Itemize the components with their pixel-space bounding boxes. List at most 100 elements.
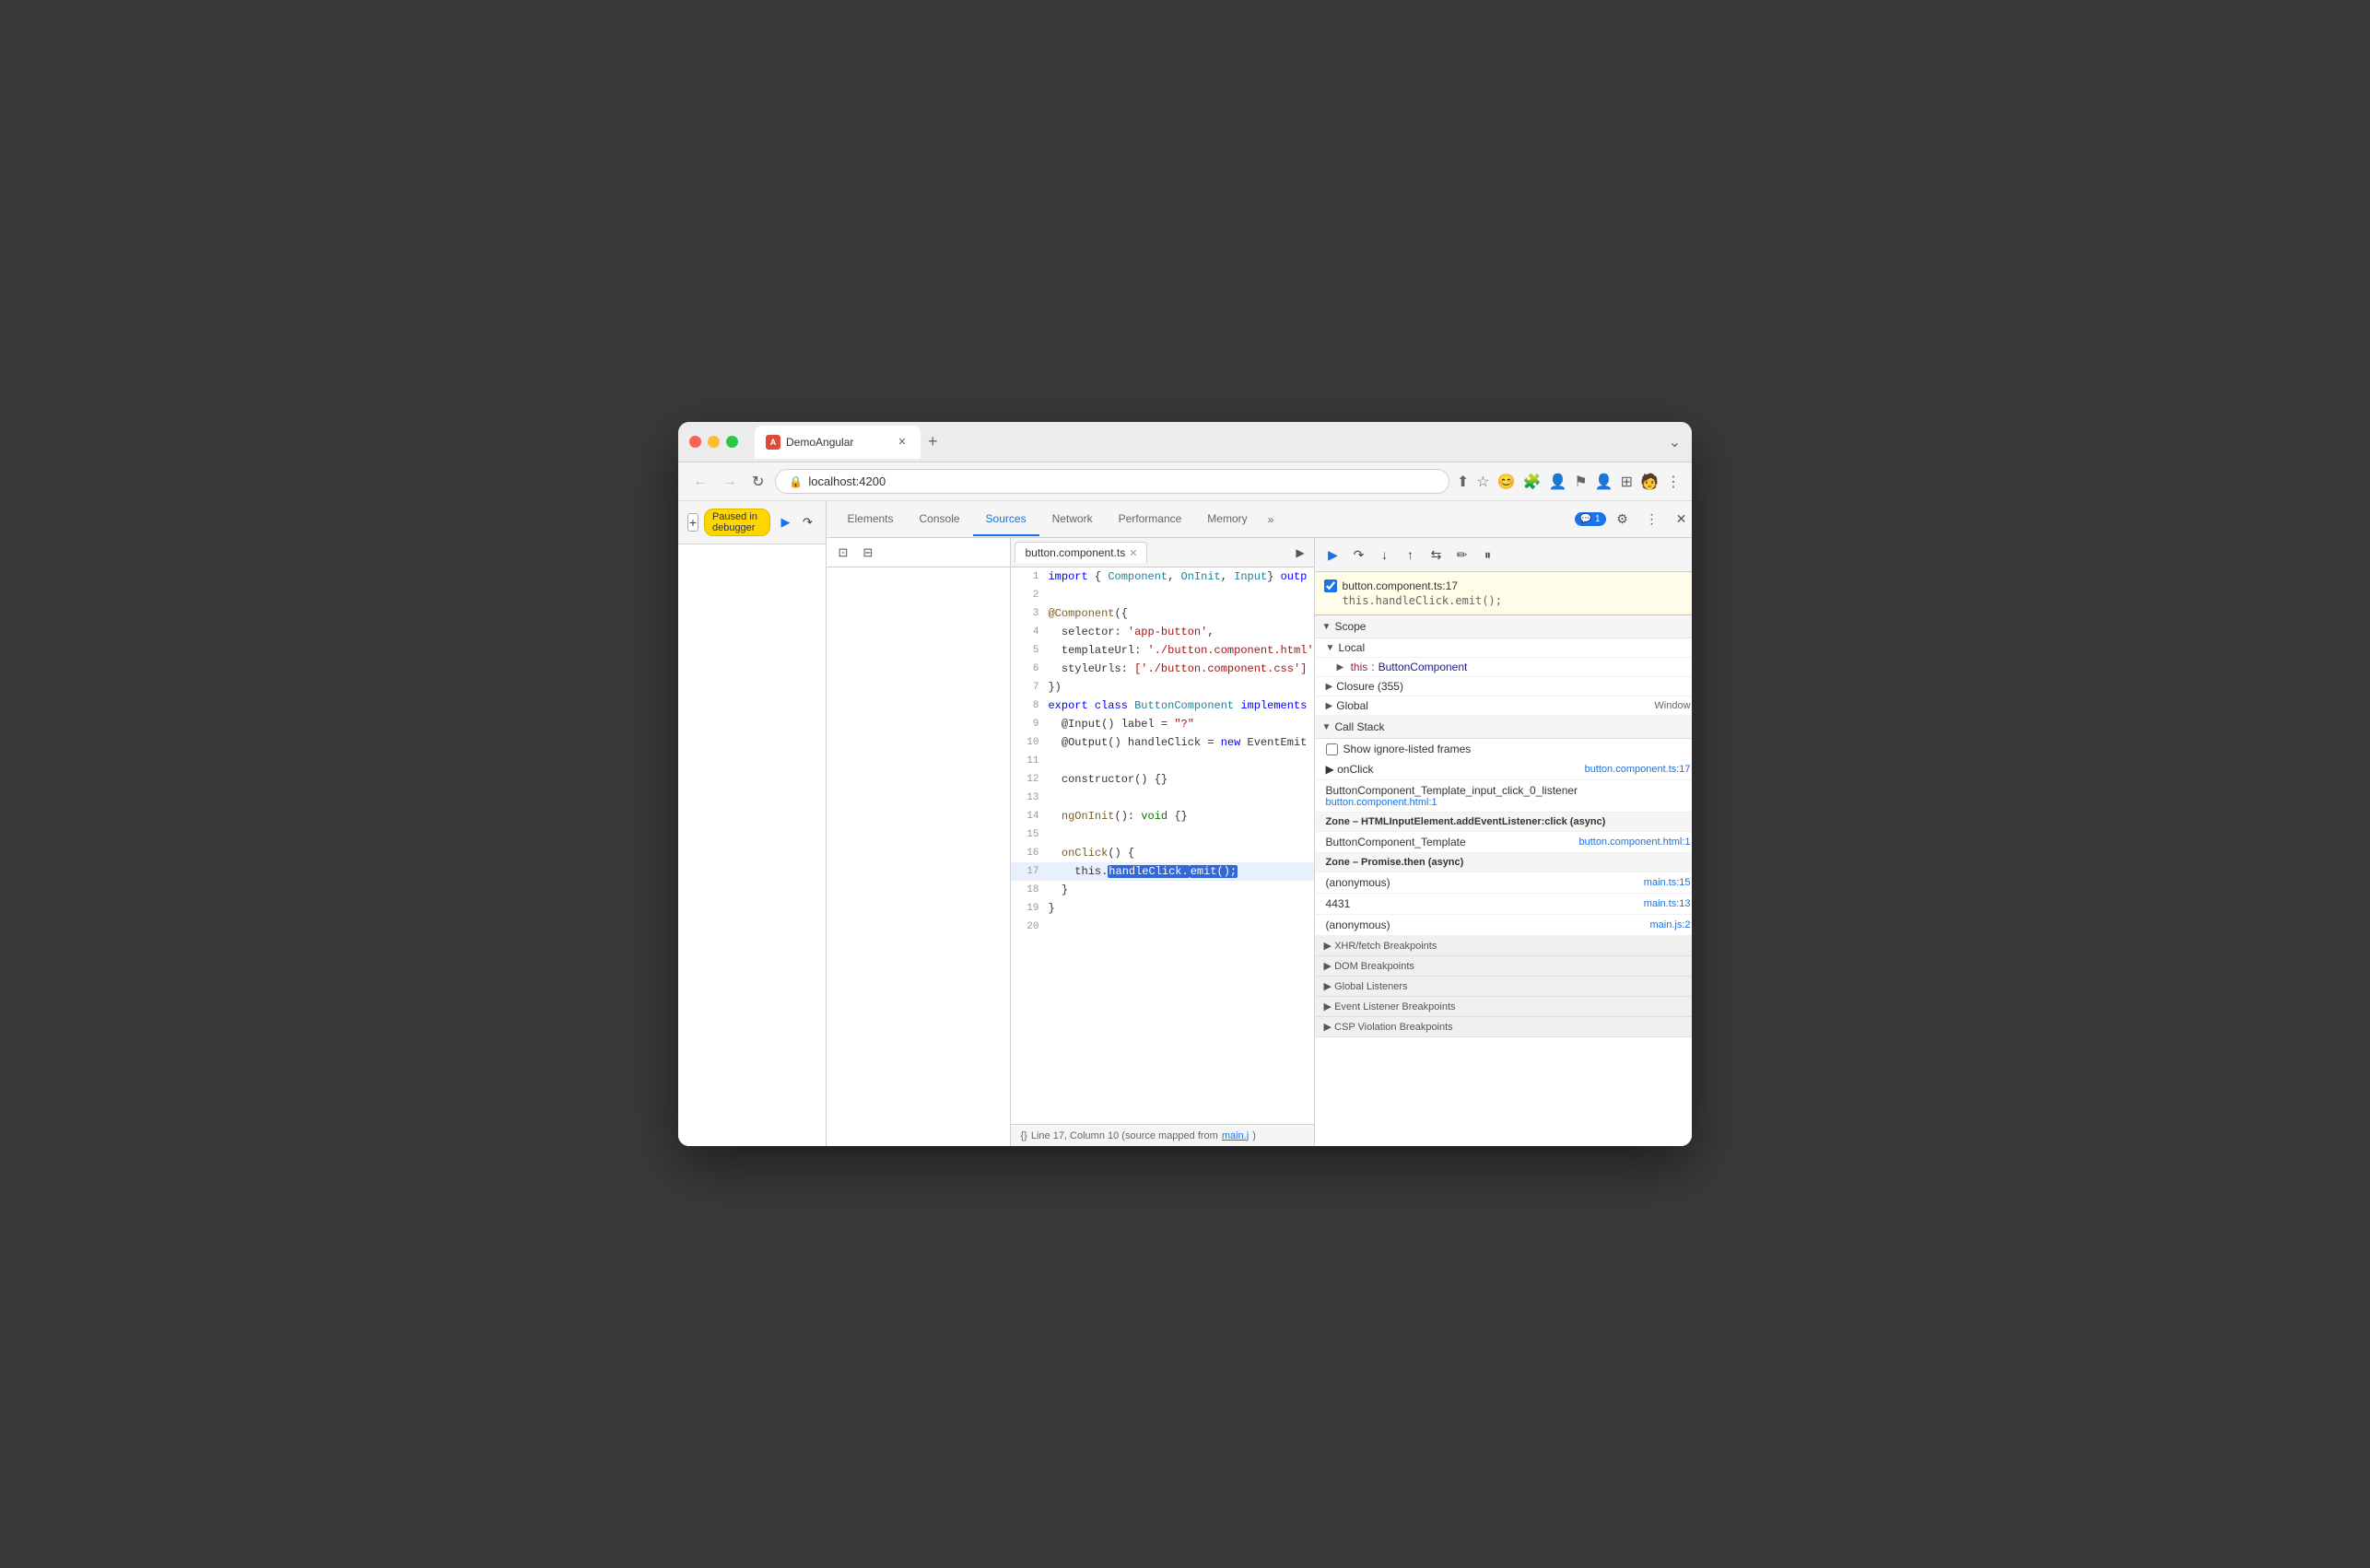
address-field[interactable]: 🔒 localhost:4200 — [775, 469, 1449, 494]
pretty-print-button[interactable]: ▶ — [1290, 544, 1309, 562]
code-line-1: 1 import { Component, OnInit, Input} out… — [1011, 568, 1313, 586]
maximize-button[interactable] — [726, 436, 738, 448]
code-editor: button.component.ts ✕ ▶ 1 import { Compo… — [1011, 538, 1314, 1146]
template-name: ButtonComponent_Template — [1326, 836, 1466, 848]
flag-icon[interactable]: ⚑ — [1574, 473, 1587, 491]
tab-console[interactable]: Console — [907, 503, 973, 536]
page-area: + Paused in debugger ▶ ↷ — [678, 501, 827, 1146]
this-value: ButtonComponent — [1379, 661, 1468, 673]
event-listener-breakpoints-header[interactable]: ▶ Event Listener Breakpoints — [1315, 997, 1692, 1017]
more-tabs-button[interactable]: » — [1261, 504, 1282, 535]
xhr-label: ▶ XHR/fetch Breakpoints — [1324, 941, 1437, 952]
xhr-fetch-breakpoints-header[interactable]: ▶ XHR/fetch Breakpoints — [1315, 936, 1692, 956]
profile-icon[interactable]: 👤 — [1548, 473, 1566, 491]
tab-performance[interactable]: Performance — [1106, 503, 1195, 536]
debug-panel: ▶ ↷ ↓ ↑ ⇆ ✏ ⏸ button.component.ts:17 — [1315, 538, 1692, 1146]
file-explorer-tabs: ⊡ ⊟ — [827, 538, 1010, 568]
deactivate-breakpoints-btn[interactable]: ✏ — [1451, 544, 1473, 566]
resume-execution-button[interactable]: ▶ — [1322, 544, 1344, 566]
call-stack-onclick[interactable]: ▶ onClick button.component.ts:17 — [1315, 759, 1692, 780]
code-line-5: 5 templateUrl: './button.component.html' — [1011, 641, 1313, 660]
paused-label: Paused in debugger — [712, 511, 757, 533]
devtools-container: + Paused in debugger ▶ ↷ Elements Consol… — [678, 501, 1692, 1146]
step-over-button[interactable]: ↷ — [798, 513, 816, 532]
call-stack-4431[interactable]: 4431 main.ts:13 — [1315, 894, 1692, 915]
breakpoint-checkbox[interactable] — [1324, 579, 1337, 592]
call-stack-section-header[interactable]: ▼ Call Stack — [1315, 716, 1692, 739]
minimize-button[interactable] — [708, 436, 720, 448]
anon2-file: main.js:2 — [1650, 919, 1691, 930]
menu-icon[interactable]: ⋮ — [1666, 473, 1681, 491]
global-label: Global — [1336, 699, 1368, 712]
overrides-tab[interactable]: ⊟ — [855, 542, 880, 564]
bookmark-icon[interactable]: ☆ — [1476, 473, 1489, 491]
file-navigator-tab[interactable]: ⊡ — [830, 542, 855, 564]
local-label: Local — [1338, 641, 1365, 654]
global-listeners-label: ▶ Global Listeners — [1324, 981, 1408, 992]
step-into-btn[interactable]: ↓ — [1374, 544, 1396, 566]
extensions-icon[interactable]: 🧩 — [1523, 473, 1542, 491]
reload-button[interactable]: ↻ — [748, 469, 768, 495]
call-stack-template[interactable]: ButtonComponent_Template button.componen… — [1315, 832, 1692, 853]
step-over-btn[interactable]: ↷ — [1348, 544, 1370, 566]
csp-label: ▶ CSP Violation Breakpoints — [1324, 1022, 1453, 1033]
debug-controls: ▶ ↷ — [776, 513, 816, 532]
tab-memory[interactable]: Memory — [1194, 503, 1260, 536]
local-header-item: ▼ Local — [1315, 638, 1692, 658]
onclick-name: ▶ onClick — [1326, 763, 1374, 776]
code-line-16: 16 onClick() { — [1011, 844, 1313, 862]
ignore-checkbox[interactable] — [1326, 743, 1338, 755]
code-line-13: 13 — [1011, 789, 1313, 807]
account-icon[interactable]: 👤 — [1595, 473, 1613, 491]
extension-icon[interactable]: 😊 — [1497, 473, 1516, 491]
call-stack-anonymous-1[interactable]: (anonymous) main.ts:15 — [1315, 872, 1692, 894]
dom-breakpoints-header[interactable]: ▶ DOM Breakpoints — [1315, 956, 1692, 977]
browser-window: A DemoAngular ✕ + ⌄ ← → ↻ 🔒 localhost:42… — [678, 422, 1692, 1146]
step-out-btn[interactable]: ↑ — [1400, 544, 1422, 566]
scope-label: Scope — [1334, 620, 1366, 633]
step-btn[interactable]: ⇆ — [1426, 544, 1448, 566]
call-stack-anonymous-2[interactable]: (anonymous) main.js:2 — [1315, 915, 1692, 936]
cast-icon[interactable]: ⬆ — [1457, 473, 1469, 491]
pause-on-exceptions-btn[interactable]: ⏸ — [1477, 544, 1499, 566]
scope-section-header[interactable]: ▼ Scope — [1315, 615, 1692, 638]
ignore-frames-row: Show ignore-listed frames — [1315, 739, 1692, 759]
global-listeners-header[interactable]: ▶ Global Listeners — [1315, 977, 1692, 997]
code-line-11: 11 — [1011, 752, 1313, 770]
tab-close-button[interactable]: ✕ — [895, 435, 909, 450]
tab-elements[interactable]: Elements — [834, 503, 906, 536]
close-button[interactable] — [689, 436, 701, 448]
editor-tab-button-component[interactable]: button.component.ts ✕ — [1015, 542, 1147, 563]
global-header-item: ▶ Global Window — [1315, 696, 1692, 716]
code-line-7: 7 }) — [1011, 678, 1313, 696]
template-listener-file: button.component.html:1 — [1326, 797, 1437, 808]
new-tab-button[interactable]: + — [921, 428, 945, 455]
call-stack-template-listener[interactable]: ButtonComponent_Template_input_click_0_l… — [1315, 780, 1692, 813]
pretty-print-icon[interactable]: {} — [1020, 1130, 1027, 1141]
call-stack-chevron: ▼ — [1322, 722, 1332, 732]
settings-button[interactable]: ⚙ — [1610, 507, 1636, 532]
editor-tab-close[interactable]: ✕ — [1129, 547, 1137, 559]
tab-sources[interactable]: Sources — [973, 503, 1039, 536]
user-avatar[interactable]: 🧑 — [1640, 473, 1659, 491]
code-line-2: 2 — [1011, 586, 1313, 604]
grid-icon[interactable]: ⊞ — [1621, 473, 1633, 491]
close-devtools-button[interactable]: ✕ — [1669, 507, 1692, 532]
window-controls-right[interactable]: ⌄ — [1669, 433, 1681, 451]
code-line-10: 10 @Output() handleClick = new EventEmit — [1011, 733, 1313, 752]
notification-badge: 💬 1 — [1575, 512, 1606, 526]
back-button[interactable]: ← — [689, 470, 711, 494]
devtools-controls: 💬 1 ⚙ ⋮ ✕ — [1575, 507, 1692, 532]
forward-button[interactable]: → — [719, 470, 741, 494]
tab-network[interactable]: Network — [1039, 503, 1106, 536]
resume-button[interactable]: ▶ — [776, 513, 794, 532]
source-map-link[interactable]: main.j — [1222, 1130, 1249, 1141]
add-button[interactable]: + — [687, 513, 698, 532]
csp-violation-header[interactable]: ▶ CSP Violation Breakpoints — [1315, 1017, 1692, 1037]
more-options-button[interactable]: ⋮ — [1639, 507, 1665, 532]
code-line-17: 17 this.handleClick.emit(); — [1011, 862, 1313, 881]
4431-file: main.ts:13 — [1644, 898, 1691, 909]
anon1-file: main.ts:15 — [1644, 877, 1691, 888]
debugger-bar: + Paused in debugger ▶ ↷ — [678, 501, 826, 544]
browser-tab[interactable]: A DemoAngular ✕ — [755, 426, 921, 459]
